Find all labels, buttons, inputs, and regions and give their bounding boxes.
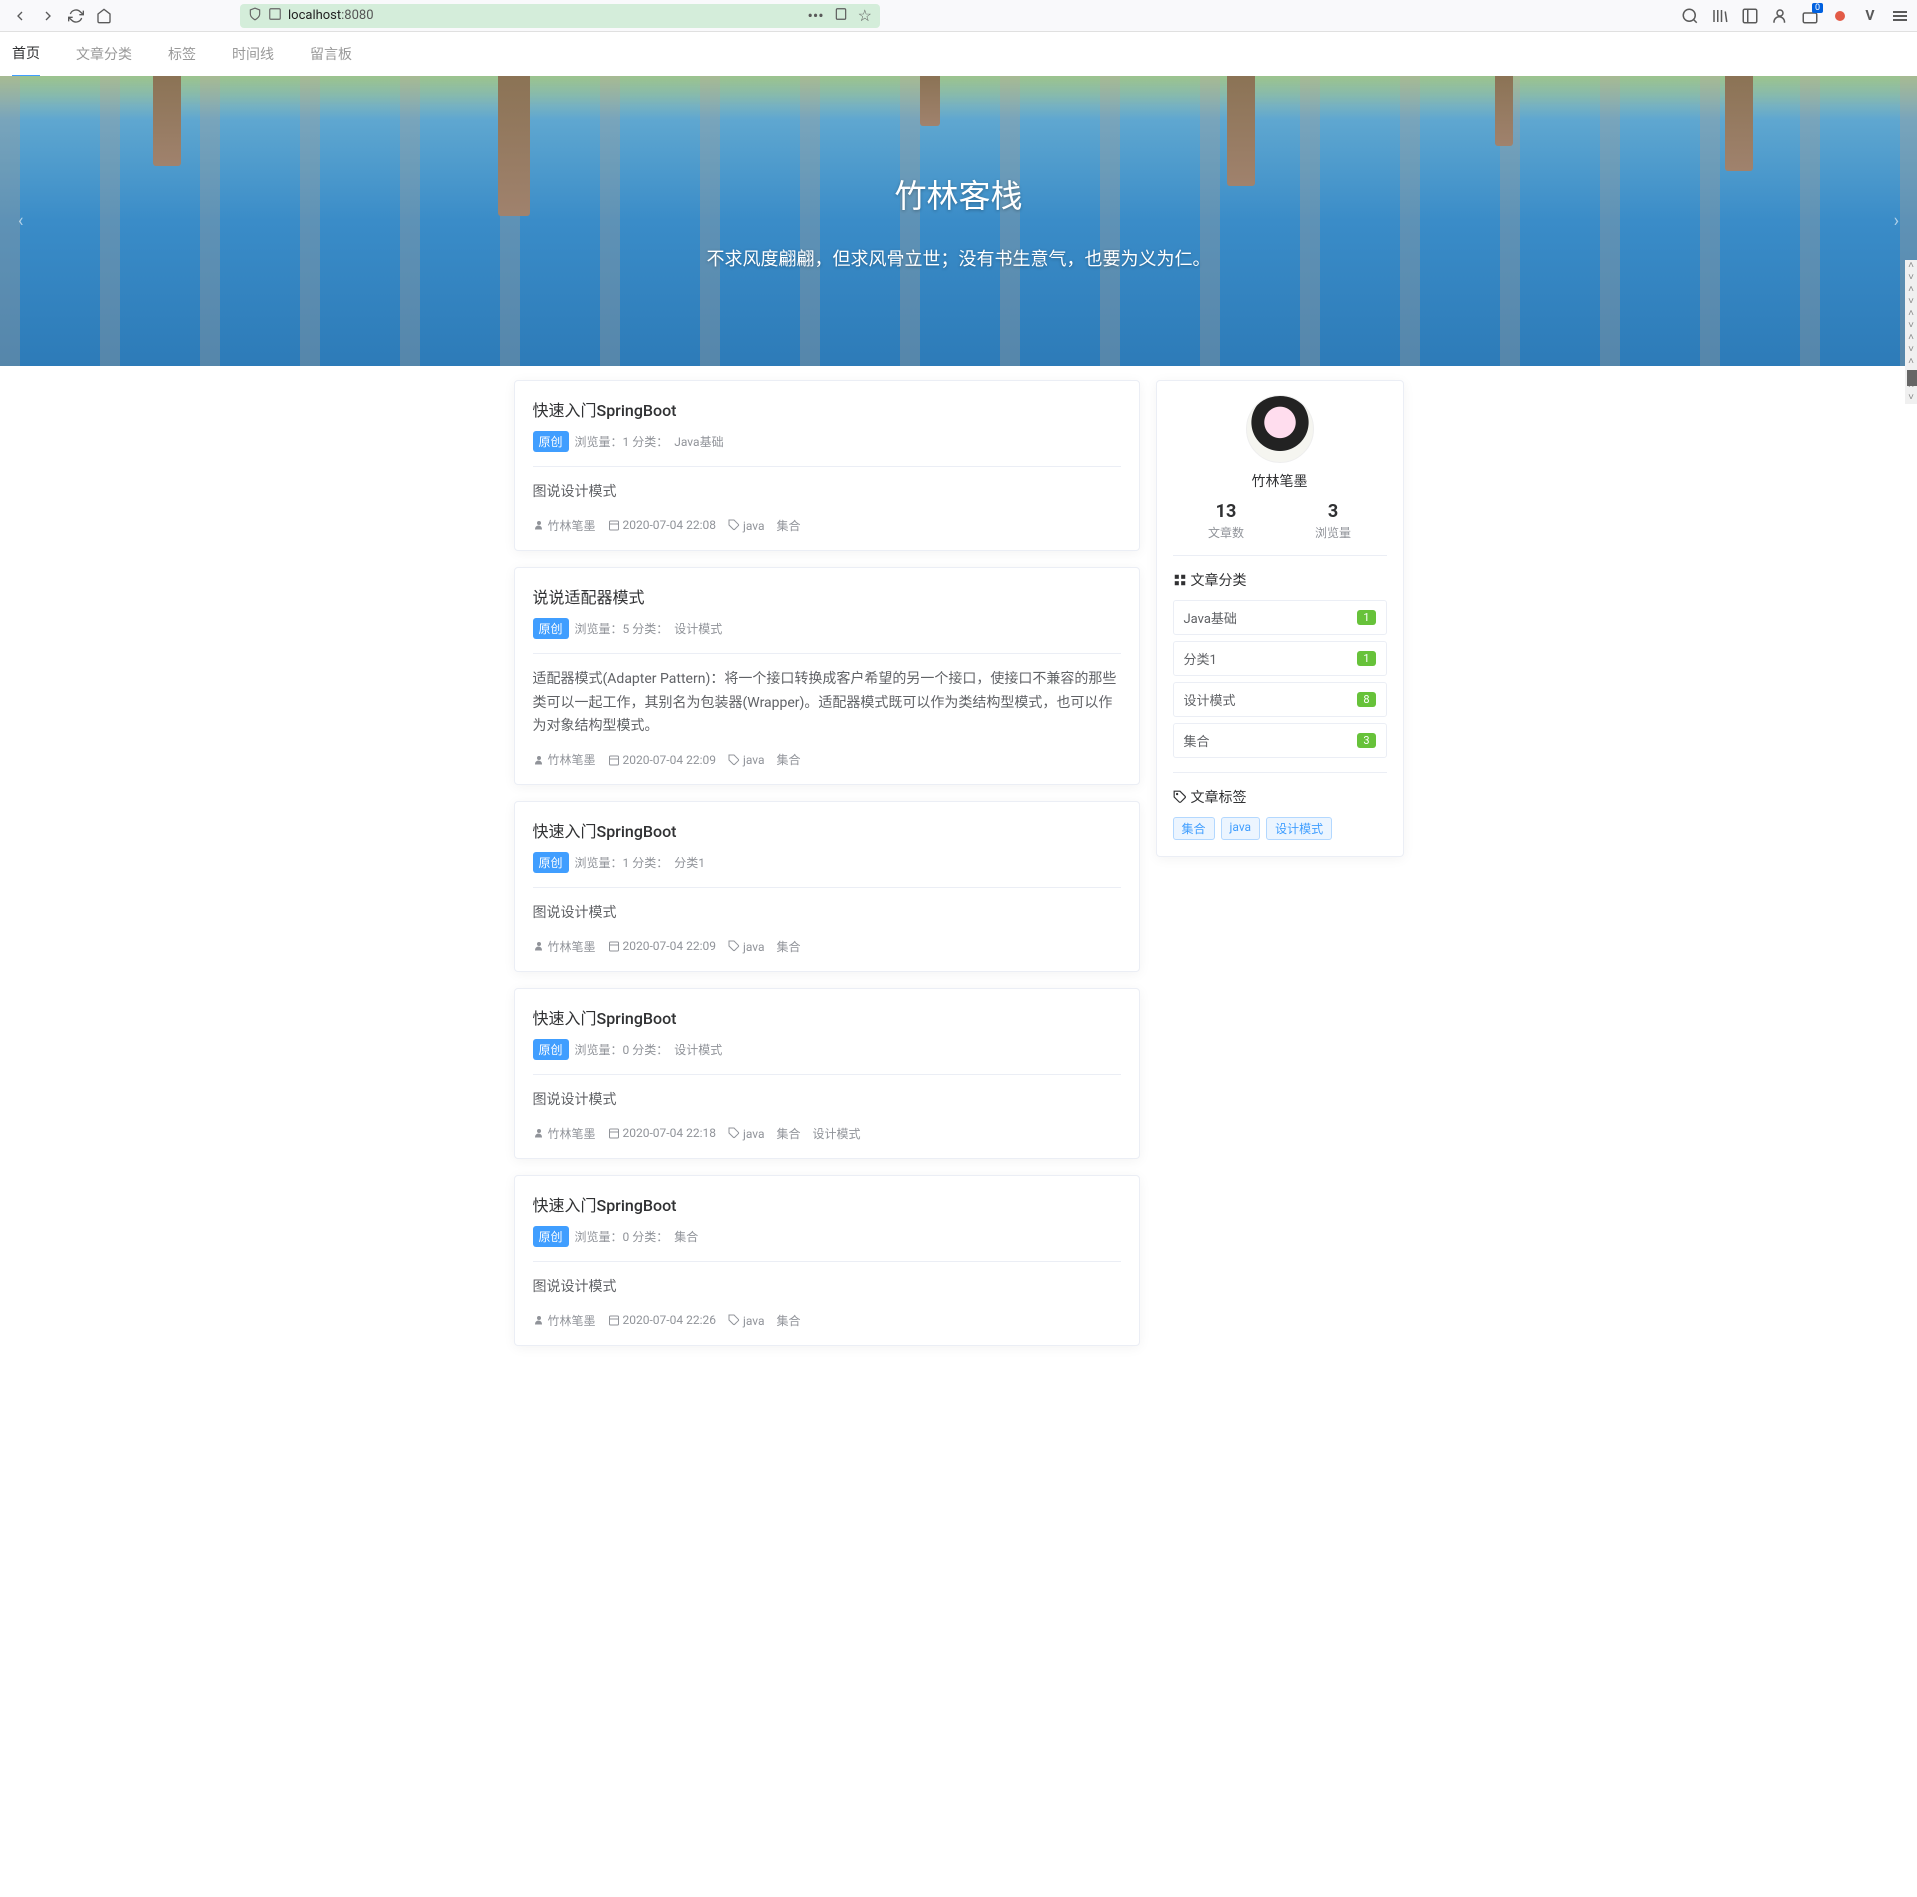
article-card: 说说适配器模式原创浏览量：5 分类：设计模式适配器模式(Adapter Patt… xyxy=(514,567,1140,785)
back-button[interactable] xyxy=(8,4,32,28)
category-item[interactable]: Java基础1 xyxy=(1173,600,1387,635)
article-card: 快速入门SpringBoot 原创浏览量：1 分类：分类1 图说设计模式竹林笔墨 20… xyxy=(514,801,1140,972)
tag-icon: java 集合 xyxy=(728,751,801,768)
url-text: localhost:8080 xyxy=(288,8,374,23)
category-item[interactable]: 设计模式8 xyxy=(1173,682,1387,717)
reload-button[interactable] xyxy=(64,4,88,28)
date-icon: 2020-07-04 22:09 xyxy=(608,939,716,953)
tag-chip[interactable]: 集合 xyxy=(1173,817,1215,840)
article-footer: 竹林笔墨 2020-07-04 22:26 java 集合 xyxy=(533,1312,1121,1329)
original-badge: 原创 xyxy=(533,618,569,639)
red-dot-icon[interactable] xyxy=(1831,7,1849,25)
info-icon xyxy=(268,6,282,25)
article-card: 快速入门SpringBoot 原创浏览量：1 分类：Java基础图说设计模式竹林笔… xyxy=(514,380,1140,551)
category-item[interactable]: 分类11 xyxy=(1173,641,1387,676)
article-meta: 原创浏览量：1 分类：分类1 xyxy=(533,852,1121,873)
extension-icon[interactable]: 0 xyxy=(1801,7,1819,25)
article-title[interactable]: 快速入门SpringBoot xyxy=(533,818,1121,842)
side-grab[interactable] xyxy=(1907,370,1917,386)
tag-icon: java 集合 设计模式 xyxy=(728,1125,861,1142)
article-footer: 竹林笔墨 2020-07-04 22:09 java 集合 xyxy=(533,938,1121,955)
category-item[interactable]: 集合3 xyxy=(1173,723,1387,758)
article-excerpt: 图说设计模式 xyxy=(533,1089,1121,1113)
aside-categories-heading: 文章分类 xyxy=(1173,570,1387,590)
article-category-link[interactable]: 集合 xyxy=(674,1228,698,1245)
date-icon: 2020-07-04 22:08 xyxy=(608,518,716,532)
hero-carousel: ‹ › 竹林客栈 不求风度翩翩，但求风骨立世；没有书生意气，也要为义为仁。 xyxy=(0,76,1917,366)
hero-subtitle: 不求风度翩翩，但求风骨立世；没有书生意气，也要为义为仁。 xyxy=(707,245,1211,271)
original-badge: 原创 xyxy=(533,1226,569,1247)
tag-icon: java 集合 xyxy=(728,517,801,534)
sidebar-icon[interactable] xyxy=(1741,7,1759,25)
article-meta: 原创浏览量：1 分类：Java基础 xyxy=(533,431,1121,452)
menu-icon[interactable] xyxy=(1891,7,1909,25)
article-card: 快速入门SpringBoot 原创浏览量：0 分类：设计模式图说设计模式竹林笔墨 2… xyxy=(514,988,1140,1159)
bookmark-star-icon[interactable]: ☆ xyxy=(858,6,872,25)
article-footer: 竹林笔墨 2020-07-04 22:08 java 集合 xyxy=(533,517,1121,534)
article-meta: 原创浏览量：0 分类：设计模式 xyxy=(533,1039,1121,1060)
vue-devtools-icon[interactable]: V xyxy=(1861,7,1879,25)
original-badge: 原创 xyxy=(533,431,569,452)
author-icon: 竹林笔墨 xyxy=(533,517,596,534)
article-excerpt: 图说设计模式 xyxy=(533,481,1121,505)
aside-tags-heading: 文章标签 xyxy=(1173,787,1387,807)
tag-chip[interactable]: java xyxy=(1221,817,1261,840)
author-icon: 竹林笔墨 xyxy=(533,751,596,768)
shield-icon xyxy=(248,6,262,25)
date-icon: 2020-07-04 22:26 xyxy=(608,1313,716,1327)
article-meta: 原创浏览量：0 分类：集合 xyxy=(533,1226,1121,1247)
tag-chip[interactable]: 设计模式 xyxy=(1266,817,1332,840)
stat: 13文章数 xyxy=(1208,501,1244,541)
article-title[interactable]: 快速入门SpringBoot xyxy=(533,397,1121,421)
ellipsis-icon[interactable]: ••• xyxy=(807,6,823,25)
article-title[interactable]: 说说适配器模式 xyxy=(533,584,1121,608)
author-icon: 竹林笔墨 xyxy=(533,938,596,955)
article-title[interactable]: 快速入门SpringBoot xyxy=(533,1005,1121,1029)
article-card: 快速入门SpringBoot 原创浏览量：0 分类：集合图说设计模式竹林笔墨 202… xyxy=(514,1175,1140,1346)
address-bar[interactable]: localhost:8080 ••• ☆ xyxy=(240,4,880,28)
account-icon[interactable] xyxy=(1771,7,1789,25)
search-icon[interactable] xyxy=(1681,7,1699,25)
nav-item-3[interactable]: 时间线 xyxy=(232,32,274,76)
date-icon: 2020-07-04 22:09 xyxy=(608,753,716,767)
home-button[interactable] xyxy=(92,4,116,28)
article-meta: 原创浏览量：5 分类：设计模式 xyxy=(533,618,1121,639)
browser-toolbar: localhost:8080 ••• ☆ 0 V xyxy=(0,0,1917,32)
article-footer: 竹林笔墨 2020-07-04 22:09 java 集合 xyxy=(533,751,1121,768)
forward-button[interactable] xyxy=(36,4,60,28)
date-icon: 2020-07-04 22:18 xyxy=(608,1126,716,1140)
nav-item-0[interactable]: 首页 xyxy=(12,31,40,77)
main-nav: 首页文章分类标签时间线留言板 xyxy=(0,32,1917,76)
carousel-next[interactable]: › xyxy=(1884,201,1909,242)
article-footer: 竹林笔墨 2020-07-04 22:18 java 集合 设计模式 xyxy=(533,1125,1121,1142)
tag-icon: java 集合 xyxy=(728,938,801,955)
article-excerpt: 图说设计模式 xyxy=(533,902,1121,926)
article-excerpt: 适配器模式(Adapter Pattern)：将一个接口转换成客户希望的另一个接… xyxy=(533,668,1121,739)
author-icon: 竹林笔墨 xyxy=(533,1312,596,1329)
author-icon: 竹林笔墨 xyxy=(533,1125,596,1142)
nav-item-2[interactable]: 标签 xyxy=(168,32,196,76)
nav-item-1[interactable]: 文章分类 xyxy=(76,32,132,76)
nav-item-4[interactable]: 留言板 xyxy=(310,32,352,76)
profile-name: 竹林笔墨 xyxy=(1173,471,1387,491)
avatar xyxy=(1246,395,1314,463)
carousel-prev[interactable]: ‹ xyxy=(8,201,33,242)
article-list: 快速入门SpringBoot原创浏览量：1 分类：Java基础图说设计模式竹林笔… xyxy=(514,380,1140,1346)
article-excerpt: 图说设计模式 xyxy=(533,1276,1121,1300)
article-category-link[interactable]: 设计模式 xyxy=(674,620,722,637)
article-title[interactable]: 快速入门SpringBoot xyxy=(533,1192,1121,1216)
reader-icon[interactable] xyxy=(834,6,848,25)
original-badge: 原创 xyxy=(533,1039,569,1060)
library-icon[interactable] xyxy=(1711,7,1729,25)
tag-icon: java 集合 xyxy=(728,1312,801,1329)
hero-title: 竹林客栈 xyxy=(894,171,1022,217)
article-category-link[interactable]: Java基础 xyxy=(674,433,723,450)
article-category-link[interactable]: 分类1 xyxy=(674,854,705,871)
original-badge: 原创 xyxy=(533,852,569,873)
stat: 3浏览量 xyxy=(1315,501,1351,541)
article-category-link[interactable]: 设计模式 xyxy=(674,1041,722,1058)
profile-card: 竹林笔墨 13文章数3浏览量 文章分类 Java基础1分类11设计模式8集合3 … xyxy=(1156,380,1404,857)
